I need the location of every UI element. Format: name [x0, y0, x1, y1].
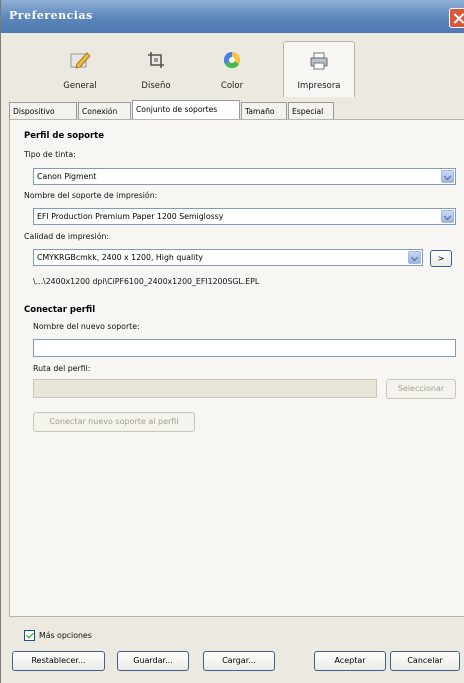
color-wheel-icon: [223, 51, 241, 69]
close-button[interactable]: [449, 8, 464, 28]
toolbar-label: Color: [220, 81, 244, 91]
ink-type-label: Tipo de tinta:: [24, 150, 76, 159]
reset-button[interactable]: Restablecer...: [12, 651, 105, 671]
profile-path-label: Ruta del perfil:: [33, 364, 91, 373]
toolbar-general-button[interactable]: General: [44, 41, 116, 97]
more-options-label: Más opciones: [39, 631, 92, 640]
ink-type-value: Canon Pigment: [37, 172, 97, 181]
tab-conjunto-de-soportes[interactable]: Conjunto de soportes: [132, 100, 240, 120]
toolbar-printer-button[interactable]: Impresora: [283, 41, 355, 97]
media-name-select[interactable]: EFI Production Premium Paper 1200 Semigl…: [33, 208, 456, 225]
toolbar-color-button[interactable]: Color: [202, 41, 262, 97]
new-media-name-label: Nombre del nuevo soporte:: [33, 322, 140, 331]
media-name-label: Nombre del soporte de impresión:: [24, 191, 158, 200]
print-quality-select[interactable]: CMYKRGBcmkk, 2400 x 1200, High quality: [33, 249, 423, 266]
tab-especial[interactable]: Especial: [288, 102, 334, 120]
select-profile-button[interactable]: Seleccionar: [386, 379, 456, 399]
chevron-down-icon[interactable]: [441, 170, 454, 183]
media-profile-heading: Perfil de soporte: [24, 131, 105, 141]
accept-button[interactable]: Aceptar: [314, 651, 386, 671]
save-button[interactable]: Guardar...: [117, 651, 189, 671]
toolbar-label: Diseño: [141, 81, 171, 91]
more-options-checkbox[interactable]: [24, 630, 35, 641]
toolbar-label: General: [63, 81, 97, 91]
connect-profile-heading: Conectar perfil: [24, 305, 96, 315]
print-quality-more-button[interactable]: >: [430, 250, 452, 267]
print-quality-value: CMYKRGBcmkk, 2400 x 1200, High quality: [37, 253, 204, 262]
toolbar-label: Impresora: [297, 81, 341, 91]
ink-type-select[interactable]: Canon Pigment: [33, 168, 456, 185]
printer-icon: [310, 52, 328, 70]
category-toolbar: General Diseño Color Impresora: [2, 33, 464, 97]
crop-icon: [148, 52, 164, 68]
print-quality-label: Calidad de impresión:: [24, 232, 110, 241]
tab-tamano[interactable]: Tamaño: [241, 102, 287, 120]
load-button[interactable]: Cargar...: [203, 651, 275, 671]
title-bar[interactable]: Preferencias: [1, 0, 464, 33]
preferences-window: Preferencias General Diseño Color Impres…: [0, 0, 464, 683]
connect-media-button[interactable]: Conectar nuevo soporte al perfil: [33, 412, 195, 432]
tab-dispositivo[interactable]: Dispositivo: [9, 102, 77, 120]
window-title: Preferencias: [9, 9, 93, 22]
chevron-down-icon[interactable]: [441, 210, 454, 223]
tab-panel: Perfil de soporte Tipo de tinta: Canon P…: [9, 119, 464, 617]
tab-conexion[interactable]: Conexión: [78, 102, 131, 120]
pencil-icon: [70, 52, 91, 69]
media-profile-path: \...\2400x1200 dpi\CiPF6100_2400x1200_EF…: [33, 277, 260, 286]
chevron-down-icon[interactable]: [408, 251, 421, 264]
new-media-name-input[interactable]: [33, 339, 456, 357]
media-name-value: EFI Production Premium Paper 1200 Semigl…: [37, 212, 224, 221]
cancel-button[interactable]: Cancelar: [390, 651, 460, 671]
profile-path-input[interactable]: [33, 379, 377, 398]
toolbar-design-button[interactable]: Diseño: [126, 41, 186, 97]
